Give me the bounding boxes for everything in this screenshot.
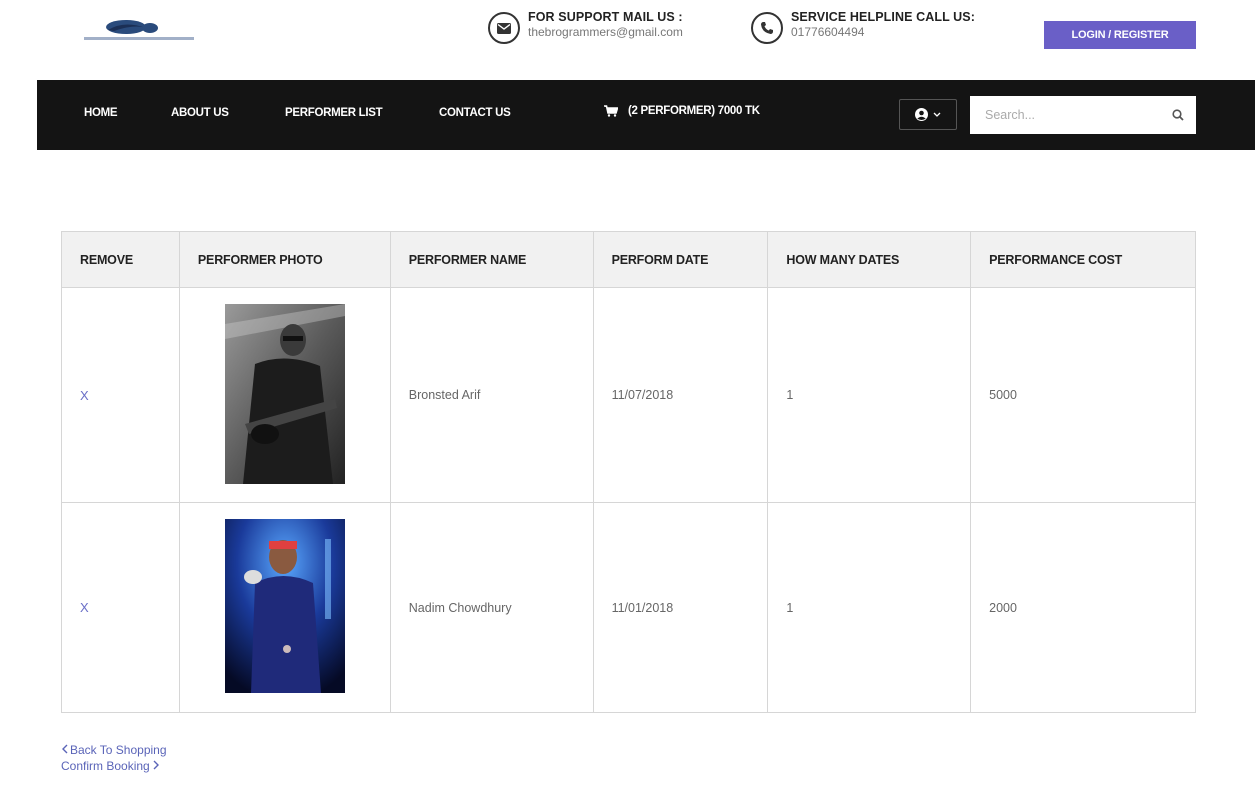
performer-name: Nadim Chowdhury	[389, 502, 594, 713]
search-input[interactable]	[970, 96, 1160, 134]
performer-name: Bronsted Arif	[389, 287, 594, 503]
col-name: PERFORMER NAME	[389, 231, 594, 288]
performer-photo	[224, 519, 345, 693]
support-title: FOR SUPPORT MAIL US :	[528, 10, 683, 24]
table-row: X Bronsted Arif 11/07/2018 1 5000	[61, 287, 1196, 503]
remove-button[interactable]: X	[80, 388, 89, 403]
remove-button[interactable]: X	[80, 600, 89, 615]
main-navbar: HOME ABOUT US PERFORMER LIST CONTACT US …	[37, 80, 1255, 150]
col-remove: REMOVE	[61, 231, 180, 288]
back-to-shopping-label: Back To Shopping	[70, 743, 167, 757]
nav-home[interactable]: HOME	[84, 107, 118, 119]
col-how-many: HOW MANY DATES	[767, 231, 972, 288]
phone-icon	[751, 12, 783, 44]
support-mail-block: FOR SUPPORT MAIL US : thebrogrammers@gma…	[488, 10, 683, 44]
table-row: X Nadim Chowdhury 11/01/2018 1 2000	[61, 502, 1196, 713]
nav-about-us[interactable]: ABOUT US	[171, 107, 229, 119]
cart-summary[interactable]: (2 PERFORMER) 7000 TK	[604, 105, 760, 117]
login-register-button[interactable]: LOGIN / REGISTER	[1044, 21, 1196, 49]
support-email[interactable]: thebrogrammers@gmail.com	[528, 25, 683, 39]
col-photo: PERFORMER PHOTO	[178, 231, 391, 288]
back-to-shopping-link[interactable]: Back To Shopping	[61, 742, 167, 758]
search-icon[interactable]	[1160, 109, 1196, 121]
user-icon	[915, 108, 928, 121]
cart-label: (2 PERFORMER) 7000 TK	[628, 105, 760, 117]
cart-icon	[604, 105, 618, 117]
chevron-down-icon	[933, 112, 941, 117]
envelope-icon	[488, 12, 520, 44]
table-header-row: REMOVE PERFORMER PHOTO PERFORMER NAME PE…	[61, 231, 1196, 288]
user-dropdown[interactable]	[899, 99, 957, 130]
cart-actions: Back To Shopping Confirm Booking	[61, 742, 167, 774]
confirm-booking-link[interactable]: Confirm Booking	[61, 758, 167, 774]
helpline-phone[interactable]: 01776604494	[791, 25, 975, 39]
top-header: FOR SUPPORT MAIL US : thebrogrammers@gma…	[0, 0, 1255, 80]
brand-logo[interactable]	[84, 18, 194, 44]
confirm-booking-label: Confirm Booking	[61, 759, 150, 773]
how-many-dates: 1	[767, 502, 972, 713]
cart-table: REMOVE PERFORMER PHOTO PERFORMER NAME PE…	[61, 231, 1196, 713]
col-date: PERFORM DATE	[592, 231, 769, 288]
nav-contact-us[interactable]: CONTACT US	[439, 107, 511, 119]
perform-date: 11/01/2018	[592, 502, 769, 713]
chevron-left-icon	[62, 744, 68, 754]
search-box	[970, 96, 1196, 134]
nav-performer-list[interactable]: PERFORMER LIST	[285, 107, 383, 119]
helpline-title: SERVICE HELPLINE CALL US:	[791, 10, 976, 24]
chevron-right-icon	[153, 760, 159, 770]
performance-cost: 5000	[970, 287, 1196, 503]
perform-date: 11/07/2018	[592, 287, 769, 503]
how-many-dates: 1	[767, 287, 972, 503]
performer-photo	[224, 303, 345, 484]
col-cost: PERFORMANCE COST	[970, 231, 1196, 288]
performance-cost: 2000	[970, 502, 1196, 713]
helpline-block: SERVICE HELPLINE CALL US: 01776604494	[751, 10, 975, 44]
